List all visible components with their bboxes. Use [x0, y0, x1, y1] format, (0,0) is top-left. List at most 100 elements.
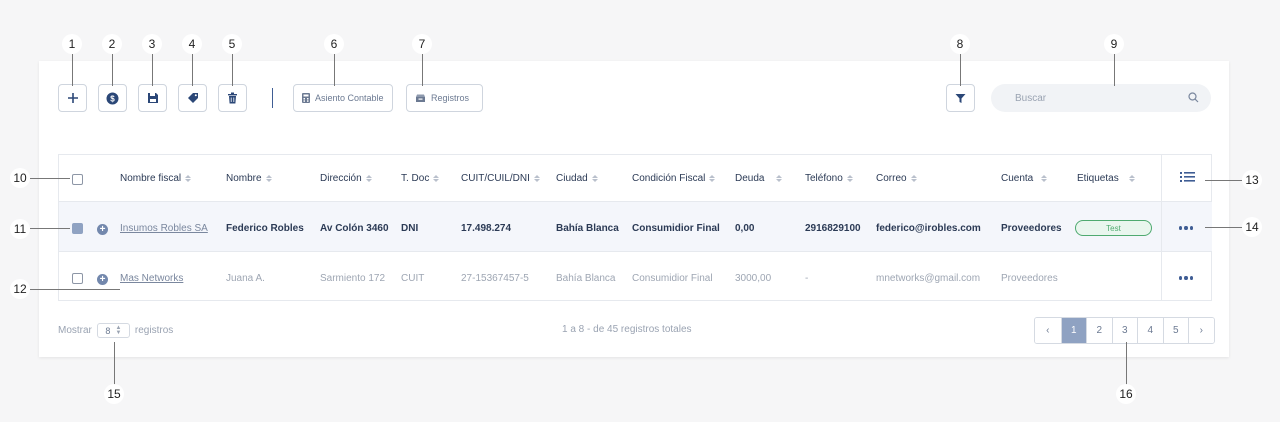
- table-row[interactable]: + Insumos Robles SA Federico Robles Av C…: [59, 202, 1212, 252]
- pagination: ‹ 1 2 3 4 5 ›: [1034, 317, 1215, 344]
- payment-button[interactable]: $: [98, 84, 127, 112]
- callout-12: 12: [10, 279, 30, 299]
- sort-icon: [365, 175, 372, 182]
- column-header-nombre-fiscal[interactable]: Nombre fiscal: [120, 173, 192, 184]
- cell-tdoc: DNI: [401, 223, 419, 234]
- sort-icon: [709, 175, 716, 182]
- records-summary: 1 a 8 - de 45 registros totales: [562, 324, 692, 335]
- cell-cuenta: Proveedores: [1001, 273, 1058, 284]
- floppy-disk-icon: [147, 93, 158, 103]
- trash-icon: [228, 92, 237, 104]
- column-header-direccion[interactable]: Dirección: [320, 173, 372, 184]
- row-actions-more-icon[interactable]: [1179, 226, 1193, 230]
- callout-6: 6: [324, 34, 344, 54]
- cell-cuenta: Proveedores: [1001, 223, 1062, 234]
- cell-nombre: Federico Robles: [226, 223, 304, 234]
- sort-icon: [846, 175, 853, 182]
- row-checkbox[interactable]: [72, 273, 83, 284]
- svg-text:$: $: [110, 94, 115, 103]
- column-header-ciudad[interactable]: Ciudad: [556, 173, 598, 184]
- column-header-correo[interactable]: Correo: [876, 173, 917, 184]
- callout-10: 10: [10, 168, 30, 188]
- contacts-table: Nombre fiscal Nombre Dirección T. Doc CU…: [58, 154, 1212, 301]
- callout-14: 14: [1242, 217, 1262, 237]
- cell-correo: mnetworks@gmail.com: [876, 273, 981, 284]
- callout-7: 7: [412, 34, 432, 54]
- callout-4: 4: [182, 34, 202, 54]
- nombre-fiscal-link[interactable]: Mas Networks: [120, 273, 183, 284]
- registros-button[interactable]: Registros: [406, 84, 483, 112]
- page-button-3[interactable]: 3: [1111, 318, 1137, 343]
- row-actions-more-icon[interactable]: [1179, 276, 1193, 280]
- column-header-nombre[interactable]: Nombre: [226, 173, 272, 184]
- callout-16: 16: [1116, 384, 1136, 404]
- column-header-cuit[interactable]: CUIT/CUIL/DNI: [461, 173, 540, 184]
- delete-button[interactable]: [218, 84, 247, 112]
- records-label: registros: [134, 325, 174, 336]
- cell-condicion-fiscal: Consumidior Final: [632, 273, 713, 284]
- contacts-card: $ Asiento Contable Registros Nombre fisc…: [39, 61, 1229, 357]
- add-button[interactable]: [58, 84, 87, 112]
- cell-deuda: 3000,00: [735, 273, 772, 284]
- page-button-2[interactable]: 2: [1086, 318, 1112, 343]
- cell-direccion: Sarmiento 172: [320, 273, 386, 284]
- row-checkbox[interactable]: [72, 223, 83, 234]
- prev-page-button[interactable]: ‹: [1035, 318, 1061, 343]
- column-header-etiquetas[interactable]: Etiquetas: [1077, 173, 1135, 184]
- callout-11: 11: [10, 219, 30, 239]
- cell-cuit: 27-15367457-5: [461, 273, 529, 284]
- column-header-cuenta[interactable]: Cuenta: [1001, 173, 1048, 184]
- tag-button[interactable]: [178, 84, 207, 112]
- inbox-icon: [416, 94, 425, 102]
- column-header-condicion-fiscal[interactable]: Condición Fiscal: [632, 173, 716, 184]
- stepper-arrows-icon[interactable]: ▲ ▼: [115, 325, 121, 336]
- table-row[interactable]: + Mas Networks Juana A. Sarmiento 172 CU…: [59, 252, 1212, 302]
- calculator-icon: [302, 93, 310, 103]
- search-icon[interactable]: [1188, 92, 1199, 103]
- search-box[interactable]: [991, 84, 1211, 112]
- cell-correo: federico@irobles.com: [876, 223, 981, 234]
- cell-tdoc: CUIT: [401, 273, 425, 284]
- cell-nombre: Juana A.: [226, 273, 265, 284]
- sort-icon: [776, 175, 783, 182]
- toolbar-divider: [272, 88, 273, 108]
- asiento-contable-button[interactable]: Asiento Contable: [293, 84, 393, 112]
- callout-5: 5: [222, 34, 242, 54]
- plus-icon: [67, 93, 78, 103]
- column-settings-list-icon[interactable]: [1180, 171, 1195, 183]
- nombre-fiscal-link[interactable]: Insumos Robles SA: [120, 223, 208, 234]
- tag-icon: [187, 93, 198, 103]
- asiento-contable-label: Asiento Contable: [315, 93, 384, 103]
- expand-row-icon[interactable]: +: [97, 224, 108, 235]
- callout-2: 2: [102, 34, 122, 54]
- cell-condicion-fiscal: Consumidior Final: [632, 223, 720, 234]
- search-input[interactable]: [1015, 92, 1175, 104]
- callout-13: 13: [1242, 170, 1262, 190]
- cell-deuda: 0,00: [735, 223, 755, 234]
- page-button-4[interactable]: 4: [1137, 318, 1163, 343]
- select-all-checkbox[interactable]: [72, 174, 83, 185]
- cell-telefono: 2916829100: [805, 223, 861, 234]
- column-header-telefono[interactable]: Teléfono: [805, 173, 853, 184]
- filter-funnel-icon: [955, 93, 966, 103]
- dollar-coin-icon: $: [106, 92, 119, 104]
- page-size-stepper[interactable]: 8 ▲ ▼: [96, 323, 130, 338]
- sort-icon: [1041, 175, 1048, 182]
- page-button-1[interactable]: 1: [1060, 318, 1086, 343]
- callout-8: 8: [950, 34, 970, 54]
- registros-label: Registros: [431, 93, 470, 103]
- callout-3: 3: [142, 34, 162, 54]
- sort-icon: [533, 175, 540, 182]
- column-header-deuda[interactable]: Deuda: [735, 173, 783, 184]
- callout-15: 15: [104, 384, 124, 404]
- filter-button[interactable]: [946, 84, 975, 112]
- column-header-tdoc[interactable]: T. Doc: [401, 173, 440, 184]
- cell-ciudad: Bahía Blanca: [556, 223, 619, 234]
- cell-direccion: Av Colón 3460: [320, 223, 389, 234]
- actions-column-divider: [1161, 155, 1162, 301]
- save-button[interactable]: [138, 84, 167, 112]
- next-page-button[interactable]: ›: [1188, 318, 1214, 343]
- page-button-5[interactable]: 5: [1162, 318, 1188, 343]
- expand-row-icon[interactable]: +: [97, 274, 108, 285]
- cell-cuit: 17.498.274: [461, 223, 512, 234]
